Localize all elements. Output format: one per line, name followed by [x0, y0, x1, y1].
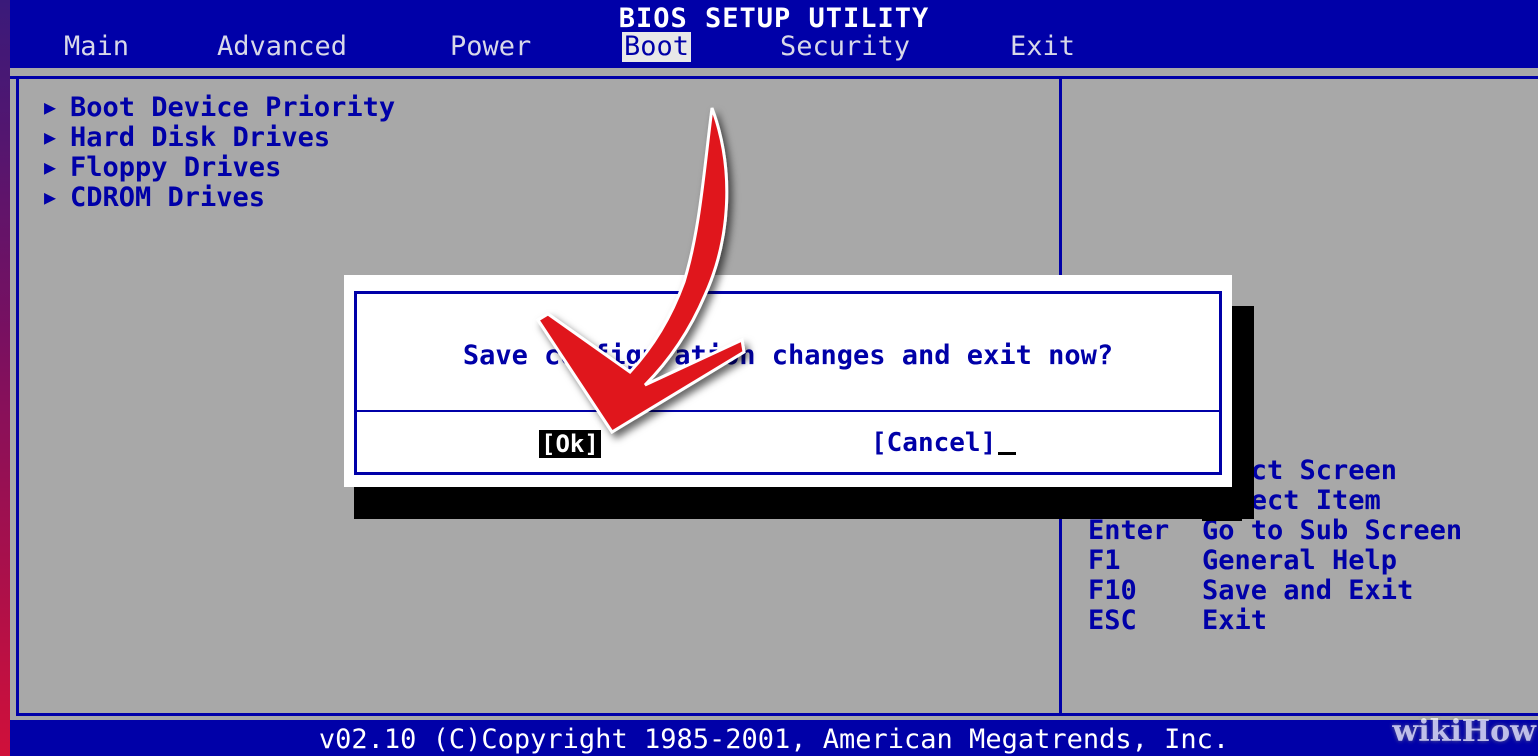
red-arrow-annotation-icon [535, 107, 746, 435]
